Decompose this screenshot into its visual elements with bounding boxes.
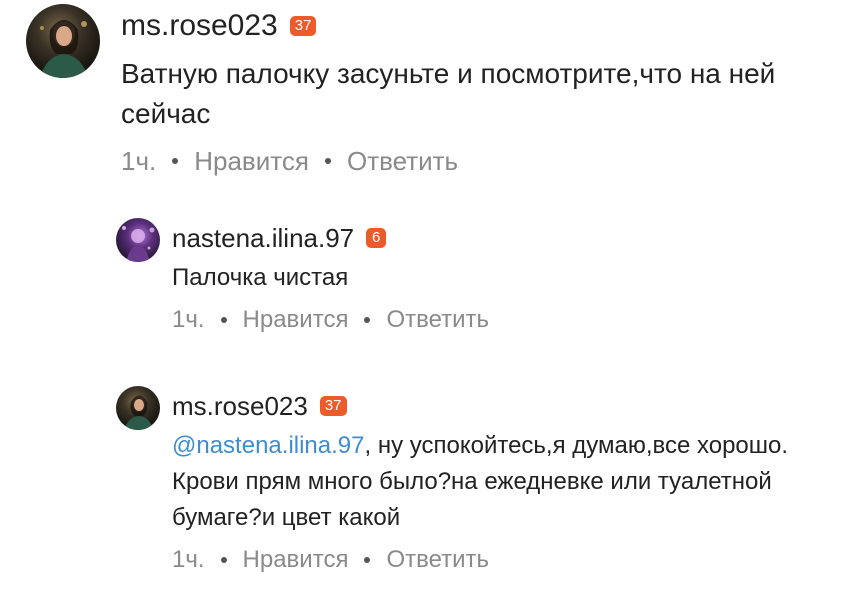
comment-reply: ms.rose023 37 @nastena.ilina.97, ну успо… [116, 386, 842, 574]
comment-timestamp: 1ч. [121, 145, 157, 176]
comment-username[interactable]: ms.rose023 [121, 4, 278, 48]
comment-text: @nastena.ilina.97, ну успокойтесь,я дума… [172, 428, 842, 536]
avatar[interactable] [116, 218, 160, 262]
separator-dot-icon [220, 557, 227, 563]
separator-dot-icon [220, 317, 227, 323]
comment-text: Палочка чистая [172, 264, 349, 291]
separator-dot-icon [364, 557, 371, 563]
user-level-badge: 6 [366, 228, 387, 248]
comment-reply: nastena.ilina.97 6 Палочка чистая 1ч. Нр… [116, 218, 842, 334]
comment-thread: ms.rose023 37 Ватную палочку засуньте и … [0, 0, 852, 600]
like-button[interactable]: Нравится [194, 146, 309, 177]
comment: ms.rose023 37 Ватную палочку засуньте и … [26, 4, 821, 177]
comment-meta: 1ч. Нравится Ответить [172, 306, 842, 334]
comment-timestamp: 1ч. [172, 546, 205, 573]
user-avatar-photo-icon [124, 395, 153, 430]
avatar[interactable] [116, 386, 160, 430]
like-button[interactable]: Нравится [243, 546, 349, 574]
reply-button[interactable]: Ответить [386, 306, 489, 334]
comment-meta: 1ч. Нравится Ответить [172, 546, 842, 574]
user-avatar-photo-icon [40, 20, 88, 78]
user-avatar-photo-icon [122, 226, 155, 262]
separator-dot-icon [324, 158, 331, 164]
separator-dot-icon [364, 317, 371, 323]
user-mention-link[interactable]: @nastena.ilina.97 [172, 432, 365, 459]
user-level-badge: 37 [319, 396, 347, 416]
reply-button[interactable]: Ответить [347, 146, 458, 177]
comment-meta: 1ч. Нравится Ответить [121, 146, 821, 177]
reply-button[interactable]: Ответить [386, 546, 489, 574]
user-level-badge: 37 [289, 16, 317, 36]
comment-username[interactable]: nastena.ilina.97 [172, 218, 354, 258]
comment-username[interactable]: ms.rose023 [172, 386, 308, 426]
comment-timestamp: 1ч. [172, 306, 205, 333]
avatar[interactable] [26, 4, 100, 78]
separator-dot-icon [172, 158, 179, 164]
comment-text: Ватную палочку засуньте и посмотрите,что… [121, 58, 776, 129]
like-button[interactable]: Нравится [243, 306, 349, 334]
